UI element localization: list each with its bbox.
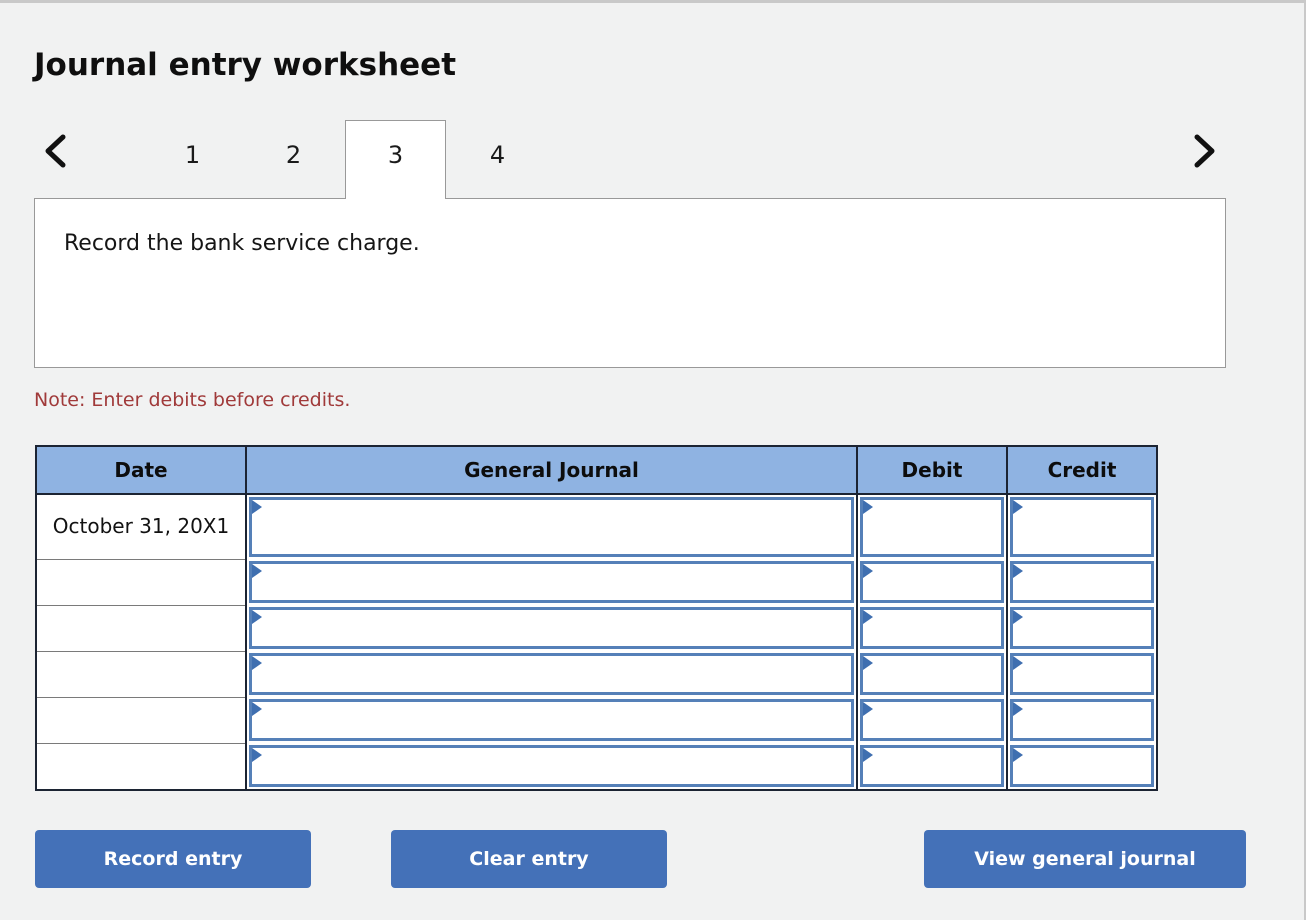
worksheet-tab-4-label: 4 — [489, 141, 506, 169]
journal-entry-worksheet-page: Journal entry worksheet 1 2 3 4 Record t… — [0, 0, 1306, 920]
table-row — [35, 650, 1158, 698]
credit-cell[interactable] — [1006, 651, 1158, 697]
general-journal-input[interactable] — [249, 561, 854, 603]
credit-input[interactable] — [1010, 699, 1154, 741]
dropdown-triangle-icon — [252, 748, 262, 762]
next-entry-button[interactable] — [1182, 120, 1226, 182]
date-cell[interactable] — [35, 696, 247, 744]
debit-input[interactable] — [860, 497, 1004, 557]
general-journal-input[interactable] — [249, 745, 854, 787]
dropdown-triangle-icon — [252, 702, 262, 716]
debit-cell[interactable] — [856, 743, 1008, 791]
dropdown-triangle-icon — [863, 748, 873, 762]
debit-input[interactable] — [860, 607, 1004, 649]
dropdown-triangle-icon — [1013, 748, 1023, 762]
date-cell[interactable]: October 31, 20X1 — [35, 493, 247, 560]
debit-cell[interactable] — [856, 651, 1008, 697]
worksheet-tab-strip: 1 2 3 4 — [34, 120, 1226, 200]
credit-input[interactable] — [1010, 497, 1154, 557]
date-cell[interactable] — [35, 650, 247, 698]
dropdown-triangle-icon — [1013, 500, 1023, 514]
table-row — [35, 604, 1158, 652]
general-journal-cell[interactable] — [245, 697, 858, 743]
dropdown-triangle-icon — [863, 702, 873, 716]
date-cell[interactable] — [35, 604, 247, 652]
instruction-panel: Record the bank service charge. — [34, 198, 1226, 368]
dropdown-triangle-icon — [863, 500, 873, 514]
table-row — [35, 696, 1158, 744]
column-header-general-journal: General Journal — [245, 445, 858, 495]
instruction-text: Record the bank service charge. — [64, 231, 420, 256]
general-journal-cell[interactable] — [245, 651, 858, 697]
credit-cell[interactable] — [1006, 697, 1158, 743]
column-header-credit: Credit — [1006, 445, 1158, 495]
previous-entry-button[interactable] — [34, 120, 78, 182]
debit-input[interactable] — [860, 561, 1004, 603]
dropdown-triangle-icon — [252, 610, 262, 624]
debit-cell[interactable] — [856, 605, 1008, 651]
credit-cell[interactable] — [1006, 743, 1158, 791]
table-row — [35, 742, 1158, 791]
dropdown-triangle-icon — [1013, 564, 1023, 578]
column-header-date: Date — [35, 445, 247, 495]
dropdown-triangle-icon — [863, 610, 873, 624]
chevron-right-icon — [1189, 131, 1219, 171]
dropdown-triangle-icon — [1013, 610, 1023, 624]
date-cell[interactable] — [35, 558, 247, 606]
column-header-debit: Debit — [856, 445, 1008, 495]
debit-cell[interactable] — [856, 697, 1008, 743]
table-row — [35, 558, 1158, 606]
credit-input[interactable] — [1010, 607, 1154, 649]
journal-entry-table: Date General Journal Debit Credit Octobe… — [35, 445, 1158, 791]
view-general-journal-button[interactable]: View general journal — [924, 830, 1246, 888]
worksheet-tab-3-label: 3 — [387, 141, 404, 169]
debit-input[interactable] — [860, 653, 1004, 695]
table-header-row: Date General Journal Debit Credit — [35, 445, 1158, 495]
general-journal-input[interactable] — [249, 497, 854, 557]
dropdown-triangle-icon — [252, 564, 262, 578]
worksheet-tab-4[interactable]: 4 — [447, 120, 548, 198]
general-journal-cell[interactable] — [245, 743, 858, 791]
general-journal-cell[interactable] — [245, 494, 858, 559]
chevron-left-icon — [41, 131, 71, 171]
credit-cell[interactable] — [1006, 605, 1158, 651]
dropdown-triangle-icon — [252, 656, 262, 670]
worksheet-tab-3[interactable]: 3 — [345, 120, 446, 199]
general-journal-input[interactable] — [249, 607, 854, 649]
worksheet-tab-1[interactable]: 1 — [142, 120, 243, 198]
date-cell[interactable] — [35, 742, 247, 791]
general-journal-input[interactable] — [249, 653, 854, 695]
dropdown-triangle-icon — [863, 656, 873, 670]
credit-input[interactable] — [1010, 653, 1154, 695]
credit-input[interactable] — [1010, 561, 1154, 603]
general-journal-input[interactable] — [249, 699, 854, 741]
credit-cell[interactable] — [1006, 494, 1158, 559]
dropdown-triangle-icon — [863, 564, 873, 578]
dropdown-triangle-icon — [252, 500, 262, 514]
clear-entry-button[interactable]: Clear entry — [391, 830, 667, 888]
debit-cell[interactable] — [856, 494, 1008, 559]
credit-cell[interactable] — [1006, 559, 1158, 605]
credit-input[interactable] — [1010, 745, 1154, 787]
debit-input[interactable] — [860, 699, 1004, 741]
worksheet-tab-2-label: 2 — [285, 141, 302, 169]
worksheet-tab-2[interactable]: 2 — [243, 120, 344, 198]
general-journal-cell[interactable] — [245, 559, 858, 605]
record-entry-button[interactable]: Record entry — [35, 830, 311, 888]
debits-before-credits-note: Note: Enter debits before credits. — [34, 389, 351, 411]
page-title: Journal entry worksheet — [34, 47, 457, 83]
dropdown-triangle-icon — [1013, 656, 1023, 670]
general-journal-cell[interactable] — [245, 605, 858, 651]
debit-cell[interactable] — [856, 559, 1008, 605]
worksheet-tab-1-label: 1 — [184, 141, 201, 169]
table-row: October 31, 20X1 — [35, 493, 1158, 560]
dropdown-triangle-icon — [1013, 702, 1023, 716]
debit-input[interactable] — [860, 745, 1004, 787]
